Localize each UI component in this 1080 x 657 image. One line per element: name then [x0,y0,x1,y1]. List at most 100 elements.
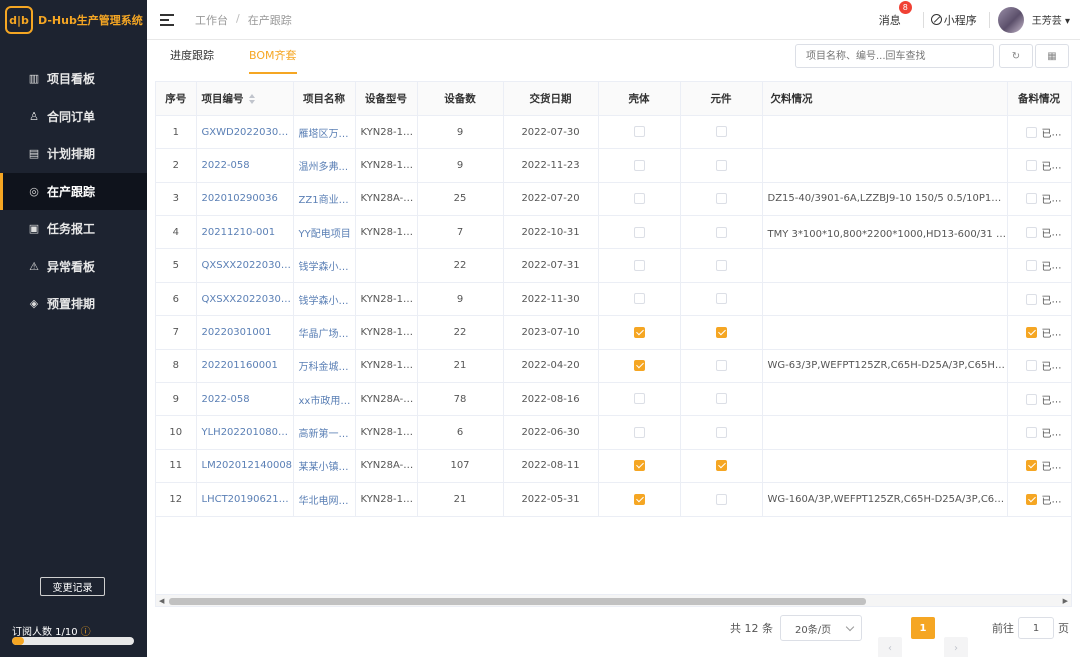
shell-checkbox[interactable] [633,426,645,438]
search-input[interactable] [795,44,994,68]
sidebar-item-6[interactable]: ◈ 预置排期 [0,285,147,323]
user-menu[interactable]: 王芳芸 ▾ [1032,12,1070,27]
sidebar-item-4[interactable]: ▣ 任务报工 [0,210,147,248]
project-name-link[interactable]: 钱学森小学... [293,248,356,283]
shell-checkbox[interactable] [633,193,645,205]
ready-cell: 已备料 [1007,182,1071,217]
component-checkbox[interactable] [715,126,727,138]
project-name-link[interactable]: 某某小镇项... [293,449,356,484]
project-code-link[interactable]: QXSXX20220308001 [196,282,294,317]
component-checkbox[interactable] [715,326,727,338]
project-code-link[interactable]: GXWD20220308001 [196,115,294,150]
shell-checkbox[interactable] [633,159,645,171]
shell-checkbox[interactable] [633,293,645,305]
sidebar-item-5[interactable]: ⚠ 异常看板 [0,248,147,286]
row-number: 11 [156,449,197,484]
breadcrumb: 工作台 / 在产跟踪 [195,12,292,28]
scroll-right-icon[interactable]: ▶ [1063,595,1068,606]
project-code-link[interactable]: 20211210-001 [196,215,294,250]
ready-checkbox[interactable] [1025,427,1037,439]
project-code-link[interactable]: YLH202201080136 [196,415,294,450]
project-name-link[interactable]: 高新第一小... [293,415,356,450]
project-name-link[interactable]: YY配电项目 [293,215,356,250]
shell-checkbox[interactable] [633,393,645,405]
project-code-link[interactable]: 2022-058 [196,148,294,183]
shell-checkbox[interactable] [633,126,645,138]
sidebar-item-0[interactable]: ▥ 项目看板 [0,60,147,98]
project-name-link[interactable]: 钱学森小学... [293,282,356,317]
next-page-button[interactable]: › [944,637,968,657]
ready-checkbox[interactable] [1025,126,1037,138]
shell-checkbox[interactable] [633,259,645,271]
project-code-link[interactable]: LM202012140008 [196,449,294,484]
component-checkbox[interactable] [715,493,727,505]
page-size-select[interactable]: 20条/页 [780,615,862,641]
column-header-date: 交货日期 [503,82,599,116]
shell-checkbox[interactable] [633,226,645,238]
sidebar-item-3[interactable]: ◎ 在产跟踪 [0,172,147,210]
shell-checkbox[interactable] [633,493,645,505]
component-checkbox[interactable] [715,193,727,205]
shell-cell [598,215,681,250]
component-checkbox[interactable] [715,226,727,238]
ready-checkbox[interactable] [1025,293,1037,305]
avatar[interactable] [997,6,1024,33]
sidebar-item-1[interactable]: ♙ 合同订单 [0,98,147,136]
ready-checkbox[interactable] [1025,260,1037,272]
component-checkbox[interactable] [715,393,727,405]
logo[interactable]: d|b D-Hub生产管理系统 [0,0,147,40]
project-code-link[interactable]: 20220301001 [196,315,294,350]
project-name-link[interactable]: 华晶广场电... [293,315,356,350]
mini-program-button[interactable]: 小程序 [930,12,977,28]
project-name-link[interactable]: 温州多弗... [293,148,356,183]
project-code-link[interactable]: 202010290036 [196,182,294,217]
component-checkbox[interactable] [715,460,727,472]
component-checkbox[interactable] [715,360,727,372]
change-log-button[interactable]: 变更记录 [40,577,105,596]
ready-checkbox[interactable] [1025,493,1037,505]
scrollbar-thumb[interactable] [169,598,866,605]
prev-page-button[interactable]: ‹ [878,637,902,657]
sidebar-item-2[interactable]: ▤ 计划排期 [0,135,147,173]
shell-checkbox[interactable] [633,460,645,472]
ready-checkbox[interactable] [1025,460,1037,472]
project-name-link[interactable]: 华北电网X... [293,482,356,517]
project-name-link[interactable]: ZZ1商业电... [293,182,356,217]
ready-checkbox[interactable] [1025,326,1037,338]
tab-bom-kitting[interactable]: BOM齐套 [249,40,297,74]
sort-icon[interactable] [248,93,255,104]
project-code-link[interactable]: 202201160001 [196,349,294,384]
mini-program-icon [930,14,942,25]
column-header-code[interactable]: 项目编号 [196,82,294,116]
project-code-link[interactable]: QXSXX20220308001 [196,248,294,283]
tab-progress-tracking[interactable]: 进度跟踪 [170,40,214,74]
horizontal-scrollbar[interactable]: ◀ ▶ [156,594,1071,606]
messages-button[interactable]: 消息 8 [879,0,912,28]
shell-checkbox[interactable] [633,326,645,338]
ready-checkbox[interactable] [1025,360,1037,372]
project-name-link[interactable]: 万科金城国... [293,349,356,384]
page-size-value: 20条/页 [795,624,832,636]
scroll-left-icon[interactable]: ◀ [159,595,164,606]
project-code-link[interactable]: 2022-058 [196,382,294,417]
goto-page-input[interactable] [1018,617,1054,639]
component-checkbox[interactable] [715,293,727,305]
calendar-icon[interactable]: ▦ [1035,44,1069,68]
ready-checkbox[interactable] [1025,226,1037,238]
page-number-current[interactable]: 1 [911,617,935,639]
ready-label: 已备料 [1041,262,1071,274]
shell-checkbox[interactable] [633,360,645,372]
refresh-icon[interactable]: ↻ [999,44,1033,68]
ready-checkbox[interactable] [1025,193,1037,205]
ready-checkbox[interactable] [1025,393,1037,405]
component-checkbox[interactable] [715,426,727,438]
project-name-link[interactable]: 雁塔区万达... [293,115,356,150]
breadcrumb-home[interactable]: 工作台 [195,12,228,28]
tab-bar: 进度跟踪 BOM齐套 ↻ ▦ [147,40,1080,74]
component-checkbox[interactable] [715,259,727,271]
project-code-link[interactable]: LHCT20190621001 [196,482,294,517]
ready-checkbox[interactable] [1025,159,1037,171]
menu-toggle-icon[interactable] [160,13,174,26]
component-checkbox[interactable] [715,159,727,171]
project-name-link[interactable]: xx市政用地... [293,382,356,417]
